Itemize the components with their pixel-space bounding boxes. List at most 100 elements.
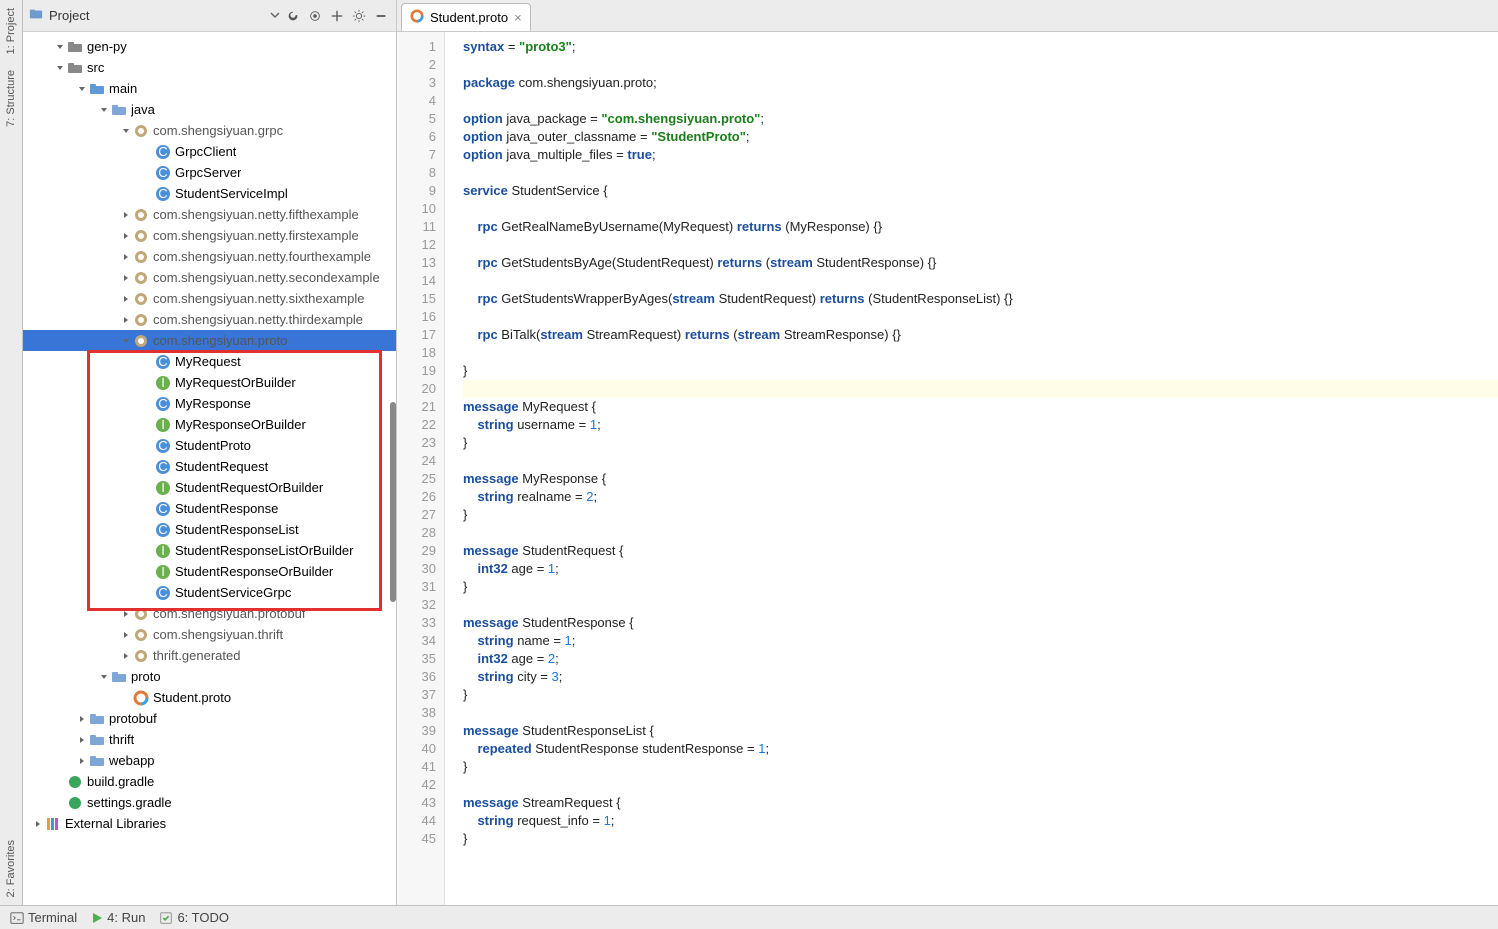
tool-tab-favorites[interactable]: 2: Favorites <box>3 832 19 905</box>
locate-icon[interactable] <box>306 7 324 25</box>
chevron-right-icon[interactable] <box>119 607 133 621</box>
folder-thrift[interactable]: thrift <box>23 729 396 750</box>
tool-tab-structure[interactable]: 7: Structure <box>3 62 19 135</box>
code-line[interactable] <box>463 380 1498 398</box>
chevron-down-icon[interactable] <box>97 103 111 117</box>
package-first[interactable]: com.shengsiyuan.netty.firstexample <box>23 225 396 246</box>
code-line[interactable]: } <box>463 578 1498 596</box>
code-line[interactable]: rpc GetStudentsByAge(StudentRequest) ret… <box>463 254 1498 272</box>
chevron-right-icon[interactable] <box>75 754 89 768</box>
package-thrift[interactable]: com.shengsiyuan.thrift <box>23 624 396 645</box>
code-line[interactable]: int32 age = 2; <box>463 650 1498 668</box>
editor-tab-student-proto[interactable]: Student.proto × <box>401 3 531 31</box>
code-line[interactable] <box>463 776 1498 794</box>
code-line[interactable] <box>463 704 1498 722</box>
chevron-right-icon[interactable] <box>119 250 133 264</box>
refresh-icon[interactable] <box>284 7 302 25</box>
code-line[interactable]: } <box>463 686 1498 704</box>
chevron-down-icon[interactable] <box>75 82 89 96</box>
code-line[interactable] <box>463 56 1498 74</box>
class-studentresponse[interactable]: CStudentResponse <box>23 498 396 519</box>
class-grpcserver[interactable]: CGrpcServer <box>23 162 396 183</box>
collapse-icon[interactable] <box>328 7 346 25</box>
code-line[interactable] <box>463 92 1498 110</box>
folder-webapp[interactable]: webapp <box>23 750 396 771</box>
code-line[interactable]: string realname = 2; <box>463 488 1498 506</box>
code-line[interactable]: repeated StudentResponse studentResponse… <box>463 740 1498 758</box>
folder-gen-py[interactable]: gen-py <box>23 36 396 57</box>
chevron-right-icon[interactable] <box>119 649 133 663</box>
status-run[interactable]: 4: Run <box>91 910 145 925</box>
package-grpc[interactable]: com.shengsiyuan.grpc <box>23 120 396 141</box>
status-todo[interactable]: 6: TODO <box>159 910 229 925</box>
chevron-right-icon[interactable] <box>31 817 45 831</box>
chevron-right-icon[interactable] <box>119 292 133 306</box>
code-line[interactable]: rpc GetRealNameByUsername(MyRequest) ret… <box>463 218 1498 236</box>
code-line[interactable]: message MyRequest { <box>463 398 1498 416</box>
code-line[interactable]: rpc GetStudentsWrapperByAges(stream Stud… <box>463 290 1498 308</box>
file-student-proto[interactable]: Student.proto <box>23 687 396 708</box>
code-content[interactable]: syntax = "proto3"; package com.shengsiyu… <box>445 32 1498 905</box>
chevron-down-icon[interactable] <box>119 334 133 348</box>
class-grpcclient[interactable]: CGrpcClient <box>23 141 396 162</box>
class-myresponse[interactable]: CMyResponse <box>23 393 396 414</box>
code-line[interactable] <box>463 236 1498 254</box>
chevron-right-icon[interactable] <box>75 712 89 726</box>
package-fifth[interactable]: com.shengsiyuan.netty.fifthexample <box>23 204 396 225</box>
class-studentresponselist[interactable]: CStudentResponseList <box>23 519 396 540</box>
code-line[interactable] <box>463 524 1498 542</box>
iface-myresponseorbuilder[interactable]: IMyResponseOrBuilder <box>23 414 396 435</box>
code-line[interactable] <box>463 344 1498 362</box>
tool-tab-project[interactable]: 1: Project <box>3 0 19 62</box>
file-settings-gradle[interactable]: settings.gradle <box>23 792 396 813</box>
chevron-right-icon[interactable] <box>119 208 133 222</box>
folder-src[interactable]: src <box>23 57 396 78</box>
iface-studentresponselistorbuilder[interactable]: IStudentResponseListOrBuilder <box>23 540 396 561</box>
class-studentproto[interactable]: CStudentProto <box>23 435 396 456</box>
chevron-right-icon[interactable] <box>119 271 133 285</box>
code-line[interactable]: } <box>463 506 1498 524</box>
code-line[interactable]: message MyResponse { <box>463 470 1498 488</box>
chevron-down-icon[interactable] <box>270 8 280 23</box>
package-third[interactable]: com.shengsiyuan.netty.thirdexample <box>23 309 396 330</box>
folder-main[interactable]: main <box>23 78 396 99</box>
code-line[interactable]: message StudentResponse { <box>463 614 1498 632</box>
code-line[interactable] <box>463 596 1498 614</box>
chevron-down-icon[interactable] <box>119 124 133 138</box>
code-editor[interactable]: 1234567891011121314151617181920212223242… <box>397 32 1498 905</box>
class-studentserviceimpl[interactable]: CStudentServiceImpl <box>23 183 396 204</box>
status-terminal[interactable]: Terminal <box>10 910 77 925</box>
code-line[interactable]: option java_outer_classname = "StudentPr… <box>463 128 1498 146</box>
chevron-right-icon[interactable] <box>119 628 133 642</box>
code-line[interactable]: package com.shengsiyuan.proto; <box>463 74 1498 92</box>
code-line[interactable]: string request_info = 1; <box>463 812 1498 830</box>
close-icon[interactable]: × <box>514 10 522 25</box>
chevron-down-icon[interactable] <box>53 61 67 75</box>
package-second[interactable]: com.shengsiyuan.netty.secondexample <box>23 267 396 288</box>
iface-studentrequestorbuilder[interactable]: IStudentRequestOrBuilder <box>23 477 396 498</box>
package-sixth[interactable]: com.shengsiyuan.netty.sixthexample <box>23 288 396 309</box>
iface-studentresponseorbuilder[interactable]: IStudentResponseOrBuilder <box>23 561 396 582</box>
chevron-down-icon[interactable] <box>53 40 67 54</box>
package-fourth[interactable]: com.shengsiyuan.netty.fourthexample <box>23 246 396 267</box>
code-line[interactable] <box>463 452 1498 470</box>
code-line[interactable]: option java_package = "com.shengsiyuan.p… <box>463 110 1498 128</box>
scrollbar-thumb[interactable] <box>390 402 396 602</box>
code-line[interactable] <box>463 272 1498 290</box>
package-proto[interactable]: com.shengsiyuan.proto <box>23 330 396 351</box>
hide-icon[interactable] <box>372 7 390 25</box>
code-line[interactable]: service StudentService { <box>463 182 1498 200</box>
code-line[interactable]: rpc BiTalk(stream StreamRequest) returns… <box>463 326 1498 344</box>
folder-protobuf[interactable]: protobuf <box>23 708 396 729</box>
file-build-gradle[interactable]: build.gradle <box>23 771 396 792</box>
code-line[interactable]: message StreamRequest { <box>463 794 1498 812</box>
code-line[interactable]: message StudentRequest { <box>463 542 1498 560</box>
class-myrequest[interactable]: CMyRequest <box>23 351 396 372</box>
code-line[interactable] <box>463 164 1498 182</box>
chevron-right-icon[interactable] <box>119 313 133 327</box>
code-line[interactable]: int32 age = 1; <box>463 560 1498 578</box>
package-protobuf[interactable]: com.shengsiyuan.protobuf <box>23 603 396 624</box>
code-line[interactable]: } <box>463 758 1498 776</box>
code-line[interactable]: string username = 1; <box>463 416 1498 434</box>
class-studentservicegrpc[interactable]: CStudentServiceGrpc <box>23 582 396 603</box>
